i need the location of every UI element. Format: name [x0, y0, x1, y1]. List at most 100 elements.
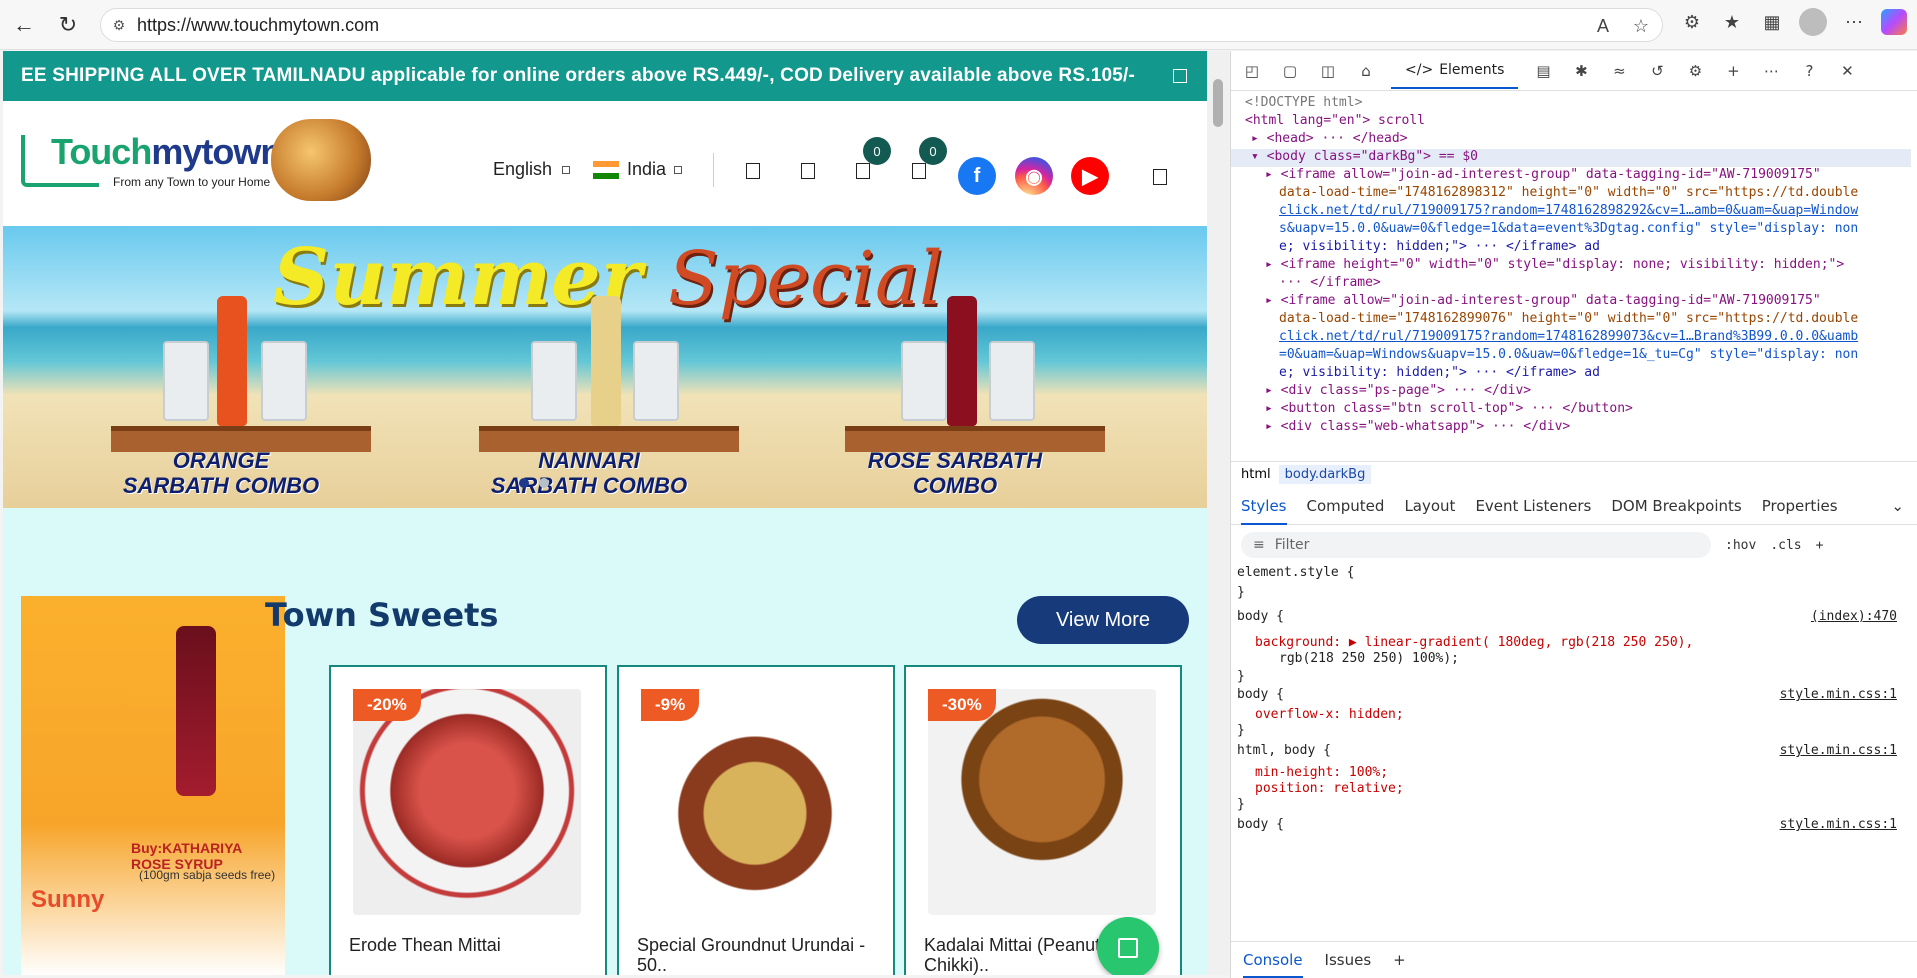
new-rule-plus-icon[interactable]: +: [1816, 538, 1824, 553]
sidebar-toggle-icon[interactable]: ◫: [1315, 58, 1341, 84]
css-rule-line[interactable]: position: relative;: [1255, 781, 1404, 799]
css-rule-line[interactable]: element.style {: [1237, 565, 1354, 583]
dom-line-selected[interactable]: ▾ <body class="darkBg"> == $0: [1231, 149, 1911, 167]
help-icon[interactable]: ?: [1796, 58, 1822, 84]
rule-source-link[interactable]: style.min.css:1: [1780, 687, 1897, 702]
console-icon[interactable]: ▤: [1530, 58, 1556, 84]
read-aloud-icon[interactable]: A: [1590, 13, 1616, 39]
wishlist-icon[interactable]: [856, 163, 870, 179]
product-card[interactable]: -9% Special Groundnut Urundai - 50..: [617, 665, 895, 975]
chevron-down-icon[interactable]: ⌄: [1891, 497, 1904, 515]
facebook-icon[interactable]: f: [958, 157, 996, 195]
copilot-icon[interactable]: [1881, 9, 1907, 35]
hov-toggle[interactable]: :hov: [1725, 538, 1756, 553]
css-rule-line[interactable]: rgb(218 250 250) 100%);: [1279, 651, 1459, 669]
dom-line[interactable]: ▸ <head> ··· </head>: [1251, 131, 1917, 149]
tab-event-listeners[interactable]: Event Listeners: [1475, 497, 1591, 515]
dom-line[interactable]: data-load-time="1748162899076" height="0…: [1279, 311, 1917, 329]
close-devtools-icon[interactable]: ✕: [1834, 58, 1860, 84]
user-icon[interactable]: [801, 163, 815, 179]
network-icon[interactable]: ≈: [1606, 58, 1632, 84]
dom-line[interactable]: ▸ <iframe height="0" width="0" style="di…: [1265, 257, 1917, 275]
rule-source-link[interactable]: style.min.css:1: [1780, 817, 1897, 832]
rule-source-link[interactable]: (index):470: [1811, 609, 1897, 624]
dom-line[interactable]: click.net/td/rul/719009175?random=174816…: [1279, 203, 1917, 221]
filter-input[interactable]: ≡ Filter: [1241, 532, 1711, 558]
product-image[interactable]: [928, 689, 1156, 915]
page-scrollbar[interactable]: [1207, 51, 1229, 975]
tab-layout[interactable]: Layout: [1404, 497, 1455, 515]
tab-issues[interactable]: Issues: [1325, 951, 1372, 969]
product-image[interactable]: [353, 689, 581, 915]
carousel-dot[interactable]: [519, 478, 529, 488]
dom-line[interactable]: <html lang="en"> scroll: [1245, 113, 1917, 131]
dom-line[interactable]: e; visibility: hidden;"> ··· </iframe> a…: [1279, 239, 1917, 257]
css-rule-line[interactable]: html, body {: [1237, 743, 1331, 761]
tab-properties[interactable]: Properties: [1762, 497, 1838, 515]
tab-dom-breakpoints[interactable]: DOM Breakpoints: [1611, 497, 1741, 515]
dom-line[interactable]: ▸ <iframe allow="join-ad-interest-group"…: [1265, 293, 1917, 311]
more-menu-icon[interactable]: ⋯: [1841, 9, 1867, 35]
tab-computed[interactable]: Computed: [1307, 497, 1385, 515]
address-bar[interactable]: ⚙ https://www.touchmytown.com A ☆: [100, 8, 1663, 42]
product-image[interactable]: [641, 689, 869, 915]
product-name[interactable]: Erode Thean Mittai: [349, 935, 593, 955]
dom-line[interactable]: =0&uam=&uap=Windows&uapv=15.0.0&uaw=0&fl…: [1279, 347, 1917, 365]
welcome-home-icon[interactable]: ⌂: [1353, 58, 1379, 84]
instagram-icon[interactable]: ◉: [1015, 157, 1053, 195]
dom-line[interactable]: <!DOCTYPE html>: [1245, 95, 1917, 113]
extensions-icon[interactable]: ⚙: [1679, 9, 1705, 35]
dom-line[interactable]: ▸ <iframe allow="join-ad-interest-group"…: [1265, 167, 1917, 185]
dom-line[interactable]: e; visibility: hidden;"> ··· </iframe> a…: [1279, 365, 1917, 383]
favorites-icon[interactable]: ★: [1719, 9, 1745, 35]
dom-line[interactable]: click.net/td/rul/719009175?random=174816…: [1279, 329, 1917, 347]
inspect-element-icon[interactable]: ◰: [1239, 58, 1265, 84]
breadcrumb-item[interactable]: html: [1241, 467, 1271, 482]
css-rules[interactable]: element.style { } body { (index):470 bac…: [1231, 565, 1911, 925]
settings-gear-icon[interactable]: ⚙: [1682, 58, 1708, 84]
close-icon[interactable]: [1173, 69, 1187, 83]
language-selector[interactable]: English: [493, 159, 571, 180]
more-menu-icon[interactable]: ⋯: [1758, 58, 1784, 84]
cart-icon[interactable]: [912, 163, 926, 179]
product-card[interactable]: -20% Erode Thean Mittai: [329, 665, 607, 975]
site-info-icon[interactable]: ⚙: [101, 17, 137, 34]
device-toolbar-icon[interactable]: ▢: [1277, 58, 1303, 84]
hero-banner[interactable]: Summer Special ORANGE SARBATH COMBO NANN…: [3, 226, 1207, 508]
dom-line[interactable]: ▸ <div class="ps-page"> ··· </div>: [1265, 383, 1917, 401]
view-more-button[interactable]: View More: [1017, 596, 1189, 644]
dom-line[interactable]: data-load-time="1748162898312" height="0…: [1279, 185, 1917, 203]
sources-bug-icon[interactable]: ✱: [1568, 58, 1594, 84]
cls-toggle[interactable]: .cls: [1770, 538, 1801, 553]
url-text[interactable]: https://www.touchmytown.com: [137, 15, 379, 36]
promo-banner[interactable]: Buy:KATHARIYA ROSE SYRUP (100gm sabja se…: [21, 596, 285, 975]
country-selector[interactable]: India: [593, 159, 683, 180]
profile-avatar[interactable]: [1799, 8, 1827, 36]
rule-source-link[interactable]: style.min.css:1: [1780, 743, 1897, 758]
css-rule-line[interactable]: body {: [1237, 817, 1284, 835]
more-tools-plus-icon[interactable]: +: [1720, 58, 1746, 84]
tab-console[interactable]: Console: [1243, 942, 1303, 978]
whatsapp-button[interactable]: [1097, 917, 1159, 975]
refresh-icon[interactable]: ↻: [48, 5, 88, 45]
dom-line[interactable]: s&uapv=15.0.0&uaw=0&fledge=1&data=event%…: [1279, 221, 1917, 239]
css-rule-line[interactable]: body {: [1237, 687, 1284, 705]
performance-icon[interactable]: ↺: [1644, 58, 1670, 84]
collections-icon[interactable]: ▦: [1759, 9, 1785, 35]
tab-elements[interactable]: </> Elements: [1391, 52, 1519, 89]
back-icon[interactable]: ←: [4, 5, 44, 45]
search-icon[interactable]: [746, 163, 760, 179]
css-rule-line[interactable]: overflow-x: hidden;: [1255, 707, 1404, 725]
dom-line[interactable]: ··· </iframe>: [1279, 275, 1917, 293]
dom-tree[interactable]: <!DOCTYPE html> <html lang="en"> scroll …: [1231, 91, 1917, 461]
dom-line[interactable]: ▸ <div class="web-whatsapp"> ··· </div>: [1265, 419, 1917, 437]
scrollbar-thumb[interactable]: [1213, 79, 1223, 127]
dom-line[interactable]: ▸ <button class="btn scroll-top"> ··· </…: [1265, 401, 1917, 419]
css-rule-line[interactable]: body {: [1237, 609, 1284, 627]
tab-styles[interactable]: Styles: [1241, 487, 1287, 525]
carousel-dot[interactable]: [539, 478, 549, 488]
favorite-star-icon[interactable]: ☆: [1628, 13, 1654, 39]
breadcrumb-item-active[interactable]: body.darkBg: [1278, 465, 1372, 484]
youtube-icon[interactable]: ▶: [1071, 157, 1109, 195]
site-logo[interactable]: Touchmytown From any Town to your Home: [21, 119, 371, 219]
